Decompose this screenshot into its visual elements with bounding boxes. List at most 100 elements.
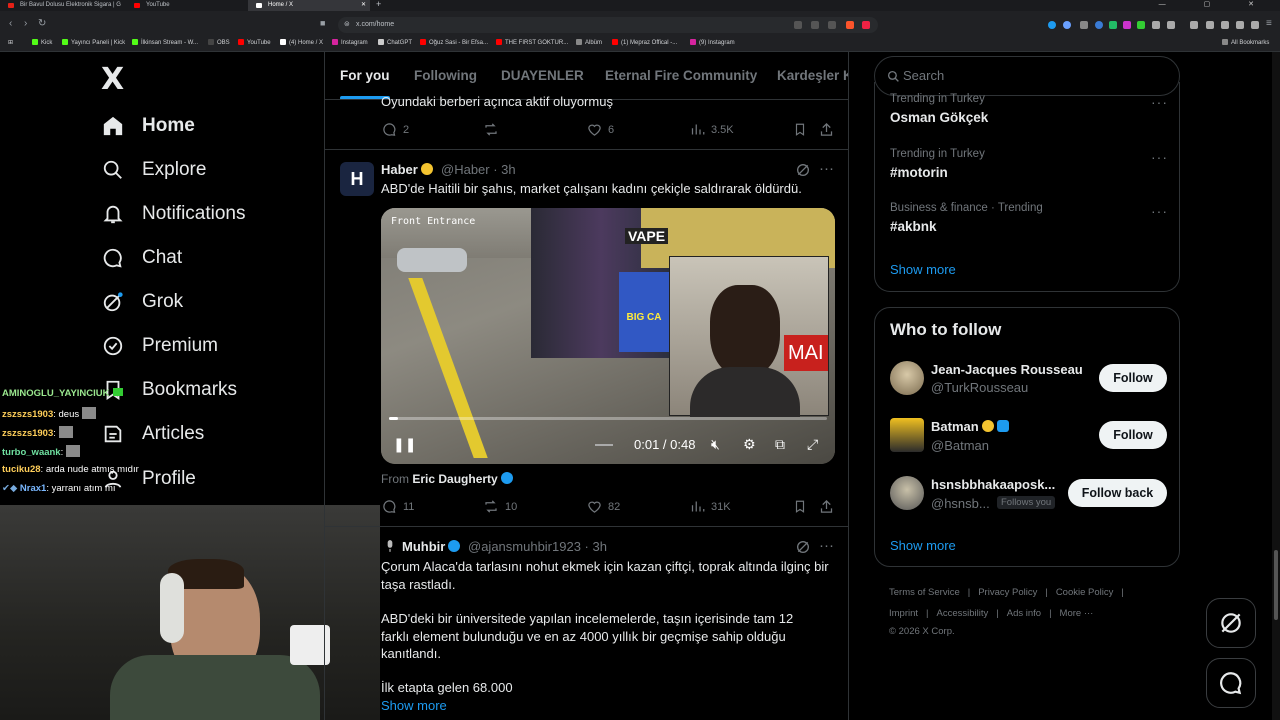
more-options-icon[interactable]: ··· xyxy=(1151,203,1168,219)
video-source[interactable]: From Eric Daugherty xyxy=(381,472,513,486)
extension-icon[interactable] xyxy=(1236,21,1244,29)
trend-item[interactable]: #akbnk xyxy=(890,219,937,234)
tab-for-you[interactable]: For you xyxy=(340,52,390,99)
pause-icon[interactable]: ❚❚ xyxy=(393,436,416,453)
grok-post-button[interactable] xyxy=(795,539,817,555)
footer-link[interactable]: Accessibility xyxy=(937,608,989,619)
mute-icon[interactable]: 🔇︎ xyxy=(711,436,720,453)
grok-post-button[interactable] xyxy=(795,162,817,178)
bookmark-item[interactable]: OBS xyxy=(208,39,230,46)
more-options-icon[interactable]: ··· xyxy=(1151,94,1168,110)
brave-rewards-icon[interactable] xyxy=(862,21,870,29)
trend-item[interactable]: #motorin xyxy=(890,165,948,180)
extension-icon[interactable] xyxy=(1048,21,1056,29)
avatar[interactable]: H xyxy=(340,162,374,196)
browser-tab[interactable]: Bir Bavul Dolusu Elektronik Sigara | G xyxy=(0,0,126,11)
browser-tab-active[interactable]: Home / X ✕ xyxy=(248,0,370,11)
nav-chat[interactable]: Chat xyxy=(101,238,182,278)
tab-kardesler[interactable]: Kardeşler Kı xyxy=(777,52,848,99)
messages-fab-button[interactable] xyxy=(1206,658,1256,708)
nav-articles[interactable]: Articles xyxy=(101,414,204,454)
nav-grok[interactable]: Grok xyxy=(101,282,183,322)
bookmark-item[interactable]: İlkinsan Stream - W... xyxy=(132,39,198,46)
back-icon[interactable]: ‹ xyxy=(9,18,12,29)
extension-icon[interactable] xyxy=(1063,21,1071,29)
author-handle[interactable]: @Haber · 3h xyxy=(441,162,516,177)
footer-link[interactable]: Cookie Policy xyxy=(1056,587,1114,598)
x-logo[interactable]: X xyxy=(101,62,124,97)
follow-show-more[interactable]: Show more xyxy=(890,538,956,553)
show-more-link[interactable]: Show more xyxy=(381,698,447,713)
bookmark-page-icon[interactable]: ■ xyxy=(320,18,325,28)
extension-icon[interactable] xyxy=(1109,21,1117,29)
bookmark-item[interactable]: (9) Instagram xyxy=(690,39,735,46)
repost-button[interactable]: 10 xyxy=(483,499,517,514)
trends-show-more[interactable]: Show more xyxy=(890,262,956,277)
share-button[interactable] xyxy=(819,499,840,514)
tab-following[interactable]: Following xyxy=(414,52,477,99)
extension-icon[interactable] xyxy=(1221,21,1229,29)
extension-icon[interactable] xyxy=(1080,21,1088,29)
nav-home[interactable]: Home xyxy=(101,106,195,146)
bookmark-star-icon[interactable] xyxy=(828,21,836,29)
extension-icon[interactable] xyxy=(1137,21,1145,29)
grok-fab-button[interactable] xyxy=(1206,598,1256,648)
extension-icon[interactable] xyxy=(1152,21,1160,29)
bookmark-item[interactable]: (1) Mepraz Offical -... xyxy=(612,39,677,46)
share-button[interactable] xyxy=(819,122,840,137)
views-button[interactable]: 31K xyxy=(690,499,731,514)
apps-icon[interactable]: ⊞ xyxy=(8,39,13,46)
screen-icon[interactable] xyxy=(794,21,802,29)
bookmark-button[interactable] xyxy=(793,499,813,514)
page-scrollbar[interactable] xyxy=(1272,52,1280,720)
like-button[interactable]: 6 xyxy=(587,122,614,137)
bookmark-item[interactable]: ChatGPT xyxy=(378,39,412,46)
tab-duayenler[interactable]: DUAYENLER xyxy=(501,52,584,99)
extension-icon[interactable] xyxy=(1167,21,1175,29)
avatar[interactable] xyxy=(890,476,924,510)
more-options-icon[interactable]: ··· xyxy=(819,537,834,554)
footer-link[interactable]: Terms of Service xyxy=(889,587,960,598)
bookmark-item[interactable]: THE FIRST GOKTUR... xyxy=(496,39,568,46)
wallet-icon[interactable] xyxy=(1206,21,1214,29)
site-info-icon[interactable]: ⊜ xyxy=(344,17,350,33)
bookmark-item[interactable]: Instagram xyxy=(332,39,368,46)
suggest-name[interactable]: Jean-Jacques Rousseau xyxy=(931,362,1083,377)
nav-premium[interactable]: Premium xyxy=(101,326,218,366)
sidebar-toggle-icon[interactable] xyxy=(1190,21,1198,29)
views-button[interactable]: 3.5K xyxy=(690,122,734,137)
repost-button[interactable] xyxy=(483,122,505,137)
new-tab-button[interactable]: + xyxy=(376,0,381,9)
extension-icon[interactable] xyxy=(1251,21,1259,29)
extension-icon[interactable] xyxy=(1095,21,1103,29)
follow-button[interactable]: Follow xyxy=(1099,421,1167,449)
reply-button[interactable]: 11 xyxy=(382,499,414,514)
video-progress-bar[interactable] xyxy=(389,417,827,420)
more-options-icon[interactable]: ··· xyxy=(1151,149,1168,165)
suggest-handle[interactable]: @hsnsb... xyxy=(931,496,990,511)
video-player[interactable]: Front Entrance VAPE BIG CA MAI ❚❚ 0:01 /… xyxy=(381,208,835,464)
trend-item[interactable]: Osman Gökçek xyxy=(890,110,988,125)
menu-icon[interactable]: ≡ xyxy=(1266,18,1272,29)
like-button[interactable]: 82 xyxy=(587,499,620,514)
avatar[interactable] xyxy=(890,418,924,452)
footer-link[interactable]: Imprint xyxy=(889,608,918,619)
brave-shield-icon[interactable] xyxy=(846,21,854,29)
reload-icon[interactable]: ↻ xyxy=(38,18,46,29)
author-name[interactable]: Haber xyxy=(381,162,433,177)
bookmark-item[interactable]: (4) Home / X xyxy=(280,39,323,46)
zoom-icon[interactable] xyxy=(811,21,819,29)
bookmark-item[interactable]: Albüm xyxy=(576,39,602,46)
author-handle[interactable]: @ajansmuhbir1923 · 3h xyxy=(468,539,607,554)
bookmark-item[interactable]: Oğuz Sasi - Bir Efsa... xyxy=(420,39,488,46)
footer-link[interactable]: Ads info xyxy=(1007,608,1041,619)
avatar[interactable] xyxy=(890,361,924,395)
footer-link[interactable]: Privacy Policy xyxy=(978,587,1037,598)
close-tab-icon[interactable]: ✕ xyxy=(361,0,366,11)
extension-icon[interactable] xyxy=(1123,21,1131,29)
scrollbar-thumb[interactable] xyxy=(1274,550,1278,620)
nav-explore[interactable]: Explore xyxy=(101,150,206,190)
follow-button[interactable]: Follow xyxy=(1099,364,1167,392)
reply-button[interactable]: 2 xyxy=(382,122,409,137)
browser-tab[interactable]: YouTube xyxy=(126,0,248,11)
